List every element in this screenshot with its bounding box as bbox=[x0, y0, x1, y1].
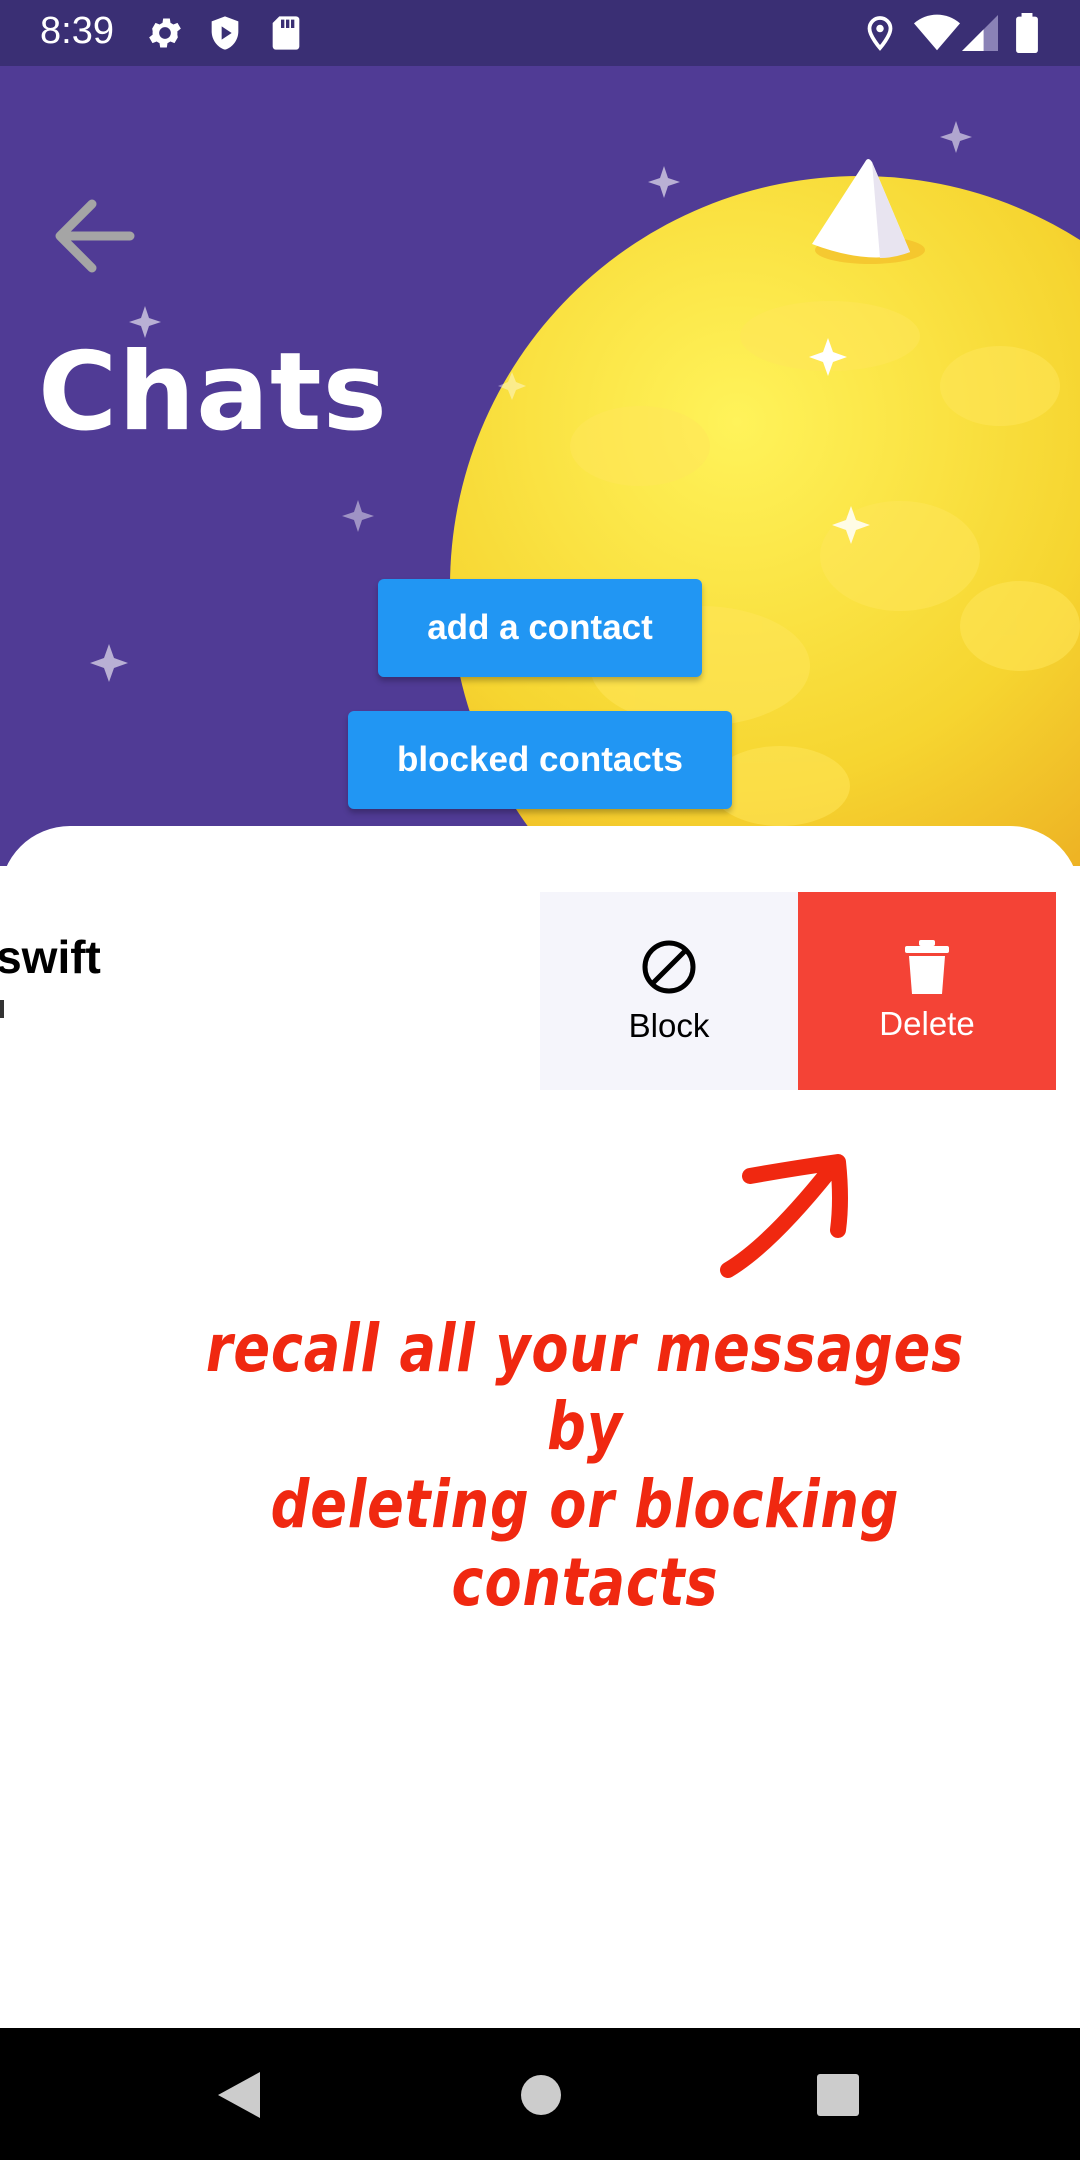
back-triangle-icon[interactable] bbox=[216, 2070, 262, 2125]
sd-card-icon bbox=[268, 13, 304, 58]
page-title: Chats bbox=[38, 330, 388, 455]
trash-icon bbox=[905, 939, 949, 999]
wifi-icon bbox=[914, 13, 960, 58]
block-icon bbox=[640, 938, 698, 1001]
status-bar: 8:39 bbox=[0, 0, 1080, 66]
add-contact-button[interactable]: add a contact bbox=[378, 579, 702, 677]
delete-button[interactable]: Delete bbox=[798, 892, 1056, 1090]
shield-icon bbox=[205, 13, 245, 58]
signal-icon bbox=[962, 13, 998, 58]
blocked-contacts-button[interactable]: blocked contacts bbox=[348, 711, 732, 809]
arrow-up-right-icon bbox=[710, 1140, 860, 1295]
annotation-caption: recall all your messages by deleting or … bbox=[204, 1310, 967, 1622]
annotation-line-2: deleting or blocking contacts bbox=[270, 1466, 900, 1621]
gear-icon bbox=[145, 13, 185, 58]
location-icon bbox=[862, 13, 898, 58]
contact-name[interactable]: gswift bbox=[0, 930, 101, 984]
block-button[interactable]: Block bbox=[540, 892, 798, 1090]
block-label: Block bbox=[628, 1006, 710, 1044]
status-time: 8:39 bbox=[40, 10, 114, 52]
arrow-left-icon[interactable] bbox=[52, 196, 136, 281]
annotation-line-1: recall all your messages by bbox=[205, 1310, 965, 1465]
delete-label: Delete bbox=[879, 1004, 975, 1042]
recents-square-icon[interactable] bbox=[817, 2074, 859, 2121]
home-circle-icon[interactable] bbox=[520, 2074, 562, 2121]
contact-preview bbox=[0, 1000, 4, 1018]
battery-icon bbox=[1016, 13, 1038, 58]
navigation-bar bbox=[0, 2028, 1080, 2160]
